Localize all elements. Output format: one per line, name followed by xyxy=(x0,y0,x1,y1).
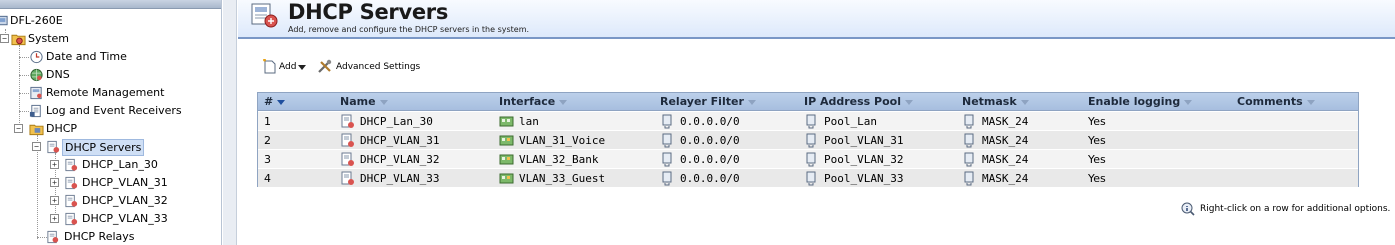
table-row[interactable]: 1 DHCP_Lan_30 lan 0.0.0.0/0 Pool_Lan MAS… xyxy=(258,112,1358,131)
tree-item-label: DHCP_VLAN_33 xyxy=(82,212,168,225)
advanced-settings-label: Advanced Settings xyxy=(336,62,421,72)
interface-icon xyxy=(499,116,514,127)
cell-logging: Yes xyxy=(1088,153,1106,166)
column-header-relayer-filter[interactable]: Relayer Filter xyxy=(660,93,756,111)
dhcp-server-icon xyxy=(47,140,60,154)
table-row[interactable]: 4 DHCP_VLAN_33 VLAN_33_Guest 0.0.0.0/0 P… xyxy=(258,169,1358,188)
expand-icon[interactable]: + xyxy=(50,196,59,205)
dropdown-arrow-icon xyxy=(298,65,306,70)
column-header-name[interactable]: Name xyxy=(340,93,388,111)
sort-icon xyxy=(1306,99,1315,105)
page-header: DHCP Servers Add, remove and configure t… xyxy=(238,0,1395,39)
vlan-interface-icon xyxy=(499,173,514,184)
column-header-enable-logging[interactable]: Enable logging xyxy=(1088,93,1193,111)
dhcp-server-icon xyxy=(341,152,354,166)
advanced-settings-button[interactable]: Advanced Settings xyxy=(317,57,427,77)
cell-logging: Yes xyxy=(1088,134,1106,147)
table-row[interactable]: 2 DHCP_VLAN_31 VLAN_31_Voice 0.0.0.0/0 P… xyxy=(258,131,1358,150)
table-row[interactable]: 3 DHCP_VLAN_32 VLAN_32_Bank 0.0.0.0/0 Po… xyxy=(258,150,1358,169)
expand-icon[interactable]: + xyxy=(50,214,59,223)
tree-item-label: Date and Time xyxy=(46,50,127,63)
cell-index: 3 xyxy=(264,153,271,166)
cell-logging: Yes xyxy=(1088,172,1106,185)
clock-icon xyxy=(30,50,43,64)
dhcp-server-icon xyxy=(65,212,78,226)
tree-header-bar xyxy=(0,0,221,9)
address-object-icon xyxy=(964,114,974,129)
tree-item-label: System xyxy=(28,32,70,45)
tree-item-label: DHCP xyxy=(46,122,78,135)
address-object-icon xyxy=(662,171,672,186)
address-object-icon xyxy=(964,171,974,186)
table-header: # Name Interface Relayer Filter IP Addre… xyxy=(258,93,1358,111)
new-document-icon xyxy=(263,59,276,74)
hint-text: Right-click on a row for additional opti… xyxy=(1200,204,1391,214)
address-object-icon xyxy=(806,152,816,167)
column-header-index[interactable]: # xyxy=(264,93,286,111)
dhcp-server-icon xyxy=(341,171,354,185)
gear-folder-icon xyxy=(11,34,26,46)
column-header-netmask[interactable]: Netmask xyxy=(962,93,1029,111)
sort-icon xyxy=(1184,99,1193,105)
tree-root-label: DFL-260E xyxy=(10,14,63,27)
vlan-interface-icon xyxy=(499,154,514,165)
dhcp-servers-table: # Name Interface Relayer Filter IP Addre… xyxy=(257,92,1359,188)
tree-item-label: DHCP_VLAN_31 xyxy=(82,176,168,189)
dhcp-server-icon xyxy=(341,133,354,147)
dhcp-relay-icon xyxy=(47,230,59,244)
address-object-icon xyxy=(806,171,816,186)
tools-icon xyxy=(318,59,332,73)
vlan-interface-icon xyxy=(499,135,514,146)
address-object-icon xyxy=(806,133,816,148)
device-icon xyxy=(0,15,8,26)
navigation-tree: DFL-260E − System Date and Time DNS Remo… xyxy=(0,0,222,245)
collapse-icon[interactable]: − xyxy=(32,142,41,151)
tree-item-label: DHCP_VLAN_32 xyxy=(82,194,168,207)
sort-icon xyxy=(905,99,914,105)
add-button-label: Add xyxy=(279,62,297,72)
cell-index: 4 xyxy=(264,172,271,185)
column-header-comments[interactable]: Comments xyxy=(1237,93,1315,111)
dhcp-server-icon xyxy=(341,114,354,128)
info-icon xyxy=(1181,202,1195,216)
tree-item-label: DNS xyxy=(46,68,70,81)
address-object-icon xyxy=(964,133,974,148)
column-header-ip-address-pool[interactable]: IP Address Pool xyxy=(804,93,914,111)
tree-item-label: DHCP Relays xyxy=(64,230,135,243)
dhcp-server-icon xyxy=(65,176,78,190)
address-object-icon xyxy=(964,152,974,167)
add-button[interactable]: Add xyxy=(262,57,308,77)
address-object-icon xyxy=(662,133,672,148)
dhcp-server-icon xyxy=(251,3,278,28)
cell-index: 1 xyxy=(264,115,271,128)
dhcp-server-icon xyxy=(65,158,78,172)
sort-icon xyxy=(379,99,388,105)
tree-item-label: Remote Management xyxy=(46,86,165,99)
dhcp-server-icon xyxy=(65,194,78,208)
address-object-icon xyxy=(806,114,816,129)
cell-logging: Yes xyxy=(1088,115,1106,128)
collapse-icon[interactable]: − xyxy=(0,34,9,43)
remote-management-icon xyxy=(30,86,42,100)
cell-index: 2 xyxy=(264,134,271,147)
sort-icon xyxy=(1020,99,1029,105)
sort-icon xyxy=(559,99,568,105)
column-header-interface[interactable]: Interface xyxy=(499,93,568,111)
address-object-icon xyxy=(662,152,672,167)
page-subtitle: Add, remove and configure the DHCP serve… xyxy=(288,25,530,34)
sort-icon xyxy=(747,99,756,105)
expand-icon[interactable]: + xyxy=(50,178,59,187)
panel-splitter[interactable] xyxy=(223,0,237,245)
tree-item-label: DHCP Servers xyxy=(62,139,145,156)
tree-item-label: DHCP_Lan_30 xyxy=(82,158,158,171)
address-object-icon xyxy=(662,114,672,129)
log-icon xyxy=(29,104,41,118)
tree-item-label: Log and Event Receivers xyxy=(46,104,182,117)
expand-icon[interactable]: + xyxy=(50,160,59,169)
folder-icon xyxy=(29,124,44,136)
collapse-icon[interactable]: − xyxy=(14,124,23,133)
sort-desc-icon xyxy=(277,99,286,105)
page-title: DHCP Servers xyxy=(288,0,449,24)
globe-icon xyxy=(30,68,43,82)
